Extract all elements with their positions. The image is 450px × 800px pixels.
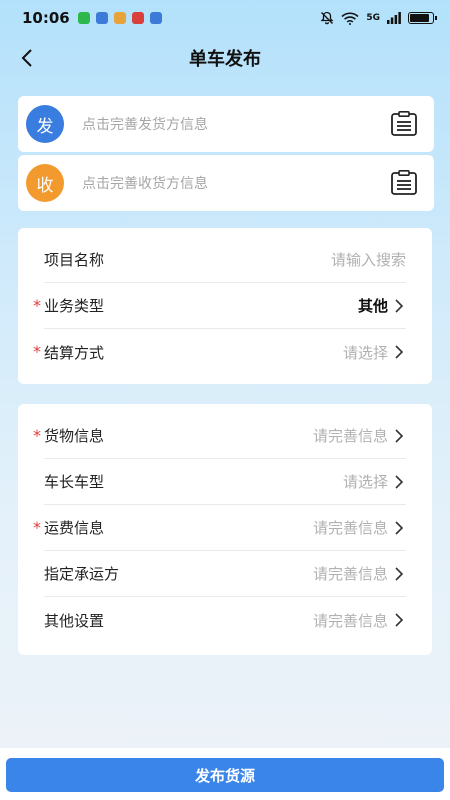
row-value: 其他: [357, 297, 388, 315]
battery-icon: [408, 12, 437, 24]
row-value: 请完善信息: [312, 519, 388, 537]
row-business-type[interactable]: * 业务类型 其他: [33, 283, 406, 329]
row-label: 项目名称: [44, 251, 105, 269]
row-label: 业务类型: [44, 297, 105, 315]
required-mark: *: [33, 518, 41, 537]
required-mark: *: [33, 296, 41, 315]
notification-icon: [95, 12, 108, 24]
required-mark: *: [33, 342, 41, 361]
chevron-right-icon: [395, 566, 404, 581]
chevron-right-icon: [395, 345, 404, 359]
status-bar: 10:06 5G: [0, 0, 450, 36]
row-other-settings[interactable]: 其他设置 请完善信息: [44, 597, 406, 643]
row-label: 其他设置: [44, 611, 105, 630]
cargo-section: * 货物信息 请完善信息 车长车型 请选择 * 运费信息 请完善信息 指定承运方…: [18, 404, 432, 655]
required-mark: *: [33, 426, 41, 445]
chevron-right-icon: [395, 428, 404, 443]
sender-badge: 发: [26, 105, 64, 143]
row-value: 请完善信息: [312, 427, 388, 445]
sender-card[interactable]: 发 点击完善发货方信息: [18, 96, 434, 152]
status-time: 10:06: [22, 9, 70, 27]
chevron-right-icon: [395, 520, 404, 535]
sender-prompt: 点击完善发货方信息: [82, 117, 208, 133]
row-vehicle-type[interactable]: 车长车型 请选择: [44, 459, 406, 505]
row-label: 车长车型: [44, 473, 105, 491]
notification-icon: [131, 12, 144, 24]
wifi-icon: [341, 12, 359, 25]
chevron-right-icon: [395, 298, 404, 313]
network-type: 5G: [366, 13, 380, 23]
notification-icon: [113, 12, 126, 24]
clipboard-icon[interactable]: [390, 111, 418, 137]
receiver-badge: 收: [26, 164, 64, 202]
clipboard-icon[interactable]: [390, 170, 418, 196]
notification-icon: [149, 12, 162, 24]
row-label: 运费信息: [44, 519, 105, 537]
row-freight-info[interactable]: * 运费信息 请完善信息: [33, 505, 406, 551]
page-title: 单车发布: [189, 49, 261, 70]
receiver-card[interactable]: 收 点击完善收货方信息: [18, 155, 434, 211]
project-section: 项目名称 请输入搜索 * 业务类型 其他 * 结算方式 请选择: [18, 228, 432, 384]
notification-icon: [77, 12, 90, 24]
row-carrier[interactable]: 指定承运方 请完善信息: [44, 551, 406, 597]
row-value: 请完善信息: [312, 565, 388, 583]
row-settlement[interactable]: * 结算方式 请选择: [33, 329, 406, 375]
row-value: 请选择: [342, 343, 388, 362]
chevron-right-icon: [395, 474, 404, 489]
chevron-right-icon: [395, 613, 404, 627]
row-label: 货物信息: [44, 427, 105, 445]
project-search-input[interactable]: 请输入搜索: [331, 249, 406, 270]
mute-bell-icon: [320, 11, 334, 25]
bottom-bar: 发布货源: [0, 748, 450, 800]
publish-button[interactable]: 发布货源: [6, 758, 444, 792]
signal-icon: [387, 12, 401, 24]
chevron-left-icon[interactable]: [16, 46, 40, 70]
row-project-name[interactable]: 项目名称 请输入搜索: [44, 237, 406, 283]
row-cargo-info[interactable]: * 货物信息 请完善信息: [33, 413, 406, 459]
nav-bar: 单车发布: [0, 36, 450, 80]
row-value: 请完善信息: [312, 611, 388, 630]
row-value: 请选择: [342, 473, 388, 491]
row-label: 指定承运方: [44, 565, 120, 583]
row-label: 结算方式: [44, 343, 105, 362]
receiver-prompt: 点击完善收货方信息: [82, 176, 208, 192]
